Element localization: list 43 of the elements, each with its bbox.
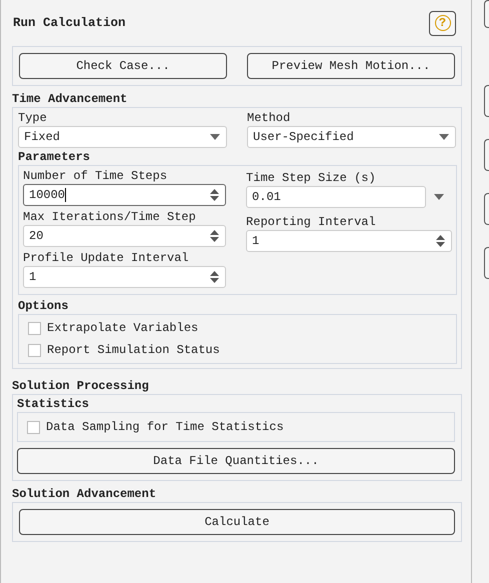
field-label: Reporting Interval — [246, 214, 377, 230]
spinner-arrows-icon[interactable] — [210, 229, 220, 243]
checkbox[interactable] — [27, 420, 40, 434]
field-label: Time Step Size (s) — [246, 170, 377, 186]
field-label: Method — [247, 110, 292, 126]
field-label: Max Iterations/Time Step — [23, 209, 197, 225]
field-label: Number of Time Steps — [23, 168, 168, 184]
checkbox-label: Extrapolate Variables — [47, 321, 198, 335]
section-heading: Statistics — [17, 397, 90, 412]
action-button[interactable]: Data File Quantities... — [17, 448, 455, 474]
dropdown[interactable]: User-Specified — [247, 126, 456, 148]
input-field[interactable]: 10000 — [23, 184, 226, 206]
spinner-arrows-icon[interactable] — [210, 270, 220, 284]
checkbox[interactable] — [28, 344, 41, 356]
input-field[interactable]: 20 — [23, 225, 226, 247]
calculate-button[interactable]: Calculate — [19, 509, 455, 535]
field-label: Profile Update Interval — [23, 250, 190, 266]
action-button[interactable]: Check Case... — [19, 53, 227, 79]
checkbox-label: Report Simulation Status — [47, 343, 220, 357]
dropdown-arrow-icon[interactable] — [210, 134, 220, 140]
spinner-arrows-icon[interactable] — [436, 234, 445, 248]
section-heading: Solution Processing — [12, 379, 150, 394]
section-heading: Parameters — [18, 150, 92, 165]
dropdown[interactable]: Fixed — [18, 126, 227, 148]
section-heading: Options — [18, 299, 70, 314]
panel-title: Run Calculation — [12, 16, 126, 30]
input-field[interactable]: 1 — [246, 230, 452, 252]
dropdown-arrow-icon[interactable] — [439, 134, 449, 140]
side-button[interactable] — [484, 193, 489, 225]
section-heading: Time Advancement — [12, 92, 128, 107]
spinner-arrows-icon[interactable] — [210, 188, 220, 202]
checkbox[interactable] — [28, 322, 41, 334]
input-field[interactable]: 0.01 — [246, 186, 426, 208]
field-label: Type — [18, 110, 48, 126]
dropdown-arrow-icon[interactable] — [434, 194, 444, 200]
section-heading: Solution Advancement — [12, 487, 158, 502]
input-field[interactable]: 1 — [23, 266, 226, 288]
checkbox-label: Data Sampling for Time Statistics — [46, 420, 284, 434]
side-button[interactable] — [484, 0, 489, 28]
side-button[interactable] — [484, 247, 489, 279]
side-button[interactable] — [484, 85, 489, 117]
action-button[interactable]: Preview Mesh Motion... — [247, 53, 455, 79]
side-button[interactable] — [484, 139, 489, 171]
